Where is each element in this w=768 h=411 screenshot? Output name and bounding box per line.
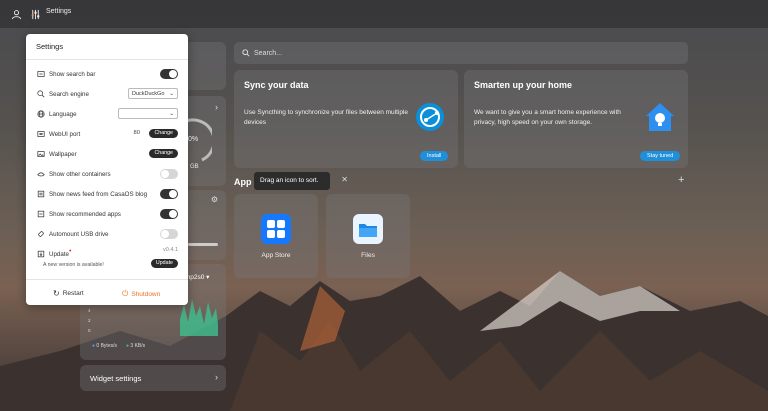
search-engine-select[interactable]: DuckDuckGo ⌄ (128, 88, 178, 99)
add-app-icon[interactable]: + (678, 174, 684, 186)
recommended-apps-toggle[interactable] (160, 209, 178, 219)
tick-label: 4 (88, 308, 91, 313)
row-label: Show other containers (49, 170, 111, 178)
tooltip-text: Drag an icon to sort. (260, 177, 319, 184)
news-feed-toggle[interactable] (160, 189, 178, 199)
row-label: Show search bar (49, 70, 96, 78)
usb-icon (36, 230, 45, 239)
network-chart: 4 2 0 (88, 299, 218, 336)
containers-icon (36, 170, 45, 179)
row-search-engine: Search engine DuckDuckGo ⌄ (36, 88, 178, 100)
app-tile-files[interactable]: Files (326, 194, 410, 278)
drag-sort-tooltip: Drag an icon to sort. ✕ (254, 172, 348, 190)
top-bar: Settings (0, 0, 768, 28)
tx-rate: ● 3 KB/s (126, 343, 146, 349)
row-label: Update• (49, 247, 72, 258)
row-news-feed: Show news feed from CasaOS blog (36, 188, 178, 200)
divider (26, 279, 188, 280)
tick-label: 0 (88, 328, 91, 333)
shutdown-label: Shutdown (131, 290, 161, 298)
row-webui-port: WebUI port 80 Change (36, 128, 178, 140)
widget-settings-button[interactable]: Widget settings › (80, 365, 226, 391)
gauge-unit: GB (190, 164, 199, 170)
divider (26, 59, 188, 60)
port-icon (36, 130, 45, 139)
smart-home-icon (646, 103, 674, 131)
restart-button[interactable]: ↻ Restart (53, 289, 84, 298)
settings-panel: Settings Show search bar Search engine D… (26, 34, 188, 305)
power-icon: ⏻ (122, 289, 129, 298)
card-text: We want to give you a smart home experie… (474, 109, 621, 126)
gear-icon[interactable]: ⚙ (211, 195, 218, 204)
update-note: A new version is available! (43, 262, 104, 268)
language-select[interactable]: ⌄ (118, 108, 178, 119)
search-icon (36, 90, 45, 99)
card-text: Use Syncthing to synchronize your files … (244, 109, 409, 126)
row-label: Show news feed from CasaOS blog (49, 190, 148, 198)
search-input[interactable]: Search... (234, 42, 688, 64)
settings-sliders-icon[interactable] (27, 6, 43, 22)
update-button[interactable]: Update (150, 259, 178, 268)
row-recommended-apps: Show recommended apps (36, 208, 178, 220)
smart-home-card: Smarten up your home We want to give you… (464, 70, 688, 168)
row-label: Automount USB drive (49, 230, 109, 238)
install-button[interactable]: Install (420, 151, 449, 161)
shutdown-button[interactable]: ⏻ Shutdown (122, 289, 160, 299)
update-icon (36, 250, 45, 259)
search-placeholder: Search... (254, 49, 283, 57)
app-tile-app-store[interactable]: App Store (234, 194, 318, 278)
row-automount-usb: Automount USB drive (36, 228, 178, 240)
storage-bar (188, 243, 218, 246)
card-title: Smarten up your home (474, 80, 573, 90)
settings-title: Settings (36, 42, 64, 51)
search-bar-icon (36, 70, 45, 79)
restart-label: Restart (62, 290, 84, 297)
tick-label: 2 (88, 318, 91, 323)
other-containers-toggle[interactable] (160, 169, 178, 179)
globe-icon (36, 110, 45, 119)
app-store-icon (261, 214, 291, 244)
rx-rate: ● 0 Bytes/s (92, 343, 117, 349)
app-name: App Store (261, 252, 291, 259)
restart-icon: ↻ (53, 289, 60, 298)
search-bar-toggle[interactable] (160, 69, 178, 79)
widget-settings-label: Widget settings (90, 373, 142, 383)
close-icon[interactable]: ✕ (341, 175, 348, 184)
user-icon[interactable] (8, 6, 24, 22)
row-search-bar: Show search bar (36, 68, 178, 80)
sync-data-card: Sync your data Use Syncthing to synchron… (234, 70, 458, 168)
change-wallpaper-button[interactable]: Change (149, 149, 178, 158)
port-value: 80 (133, 130, 140, 136)
apps-icon (36, 210, 45, 219)
automount-usb-toggle[interactable] (160, 229, 178, 239)
card-title: Sync your data (244, 80, 309, 90)
search-icon (242, 49, 250, 57)
settings-topbar-label[interactable]: Settings (46, 8, 71, 15)
change-port-button[interactable]: Change (149, 129, 178, 138)
chevron-down-icon: ⌄ (169, 110, 174, 117)
news-icon (36, 190, 45, 199)
chevron-right-icon: › (215, 372, 218, 382)
app-section-label: App (234, 177, 252, 187)
row-other-containers: Show other containers (36, 168, 178, 180)
row-wallpaper: Wallpaper Change (36, 148, 178, 160)
chevron-right-icon[interactable]: › (215, 102, 218, 112)
folder-icon (353, 214, 383, 244)
update-badge: • (68, 247, 72, 255)
stay-tuned-button[interactable]: Stay tuned (640, 151, 681, 161)
image-icon (36, 150, 45, 159)
row-language: Language ⌄ (36, 108, 178, 120)
gauge-percent: 0% (188, 136, 199, 143)
chevron-down-icon: ⌄ (169, 90, 174, 97)
version-label: v0.4.1 (163, 247, 178, 253)
row-label: Show recommended apps (49, 210, 121, 218)
app-name: Files (361, 252, 375, 259)
syncthing-icon (416, 103, 444, 131)
